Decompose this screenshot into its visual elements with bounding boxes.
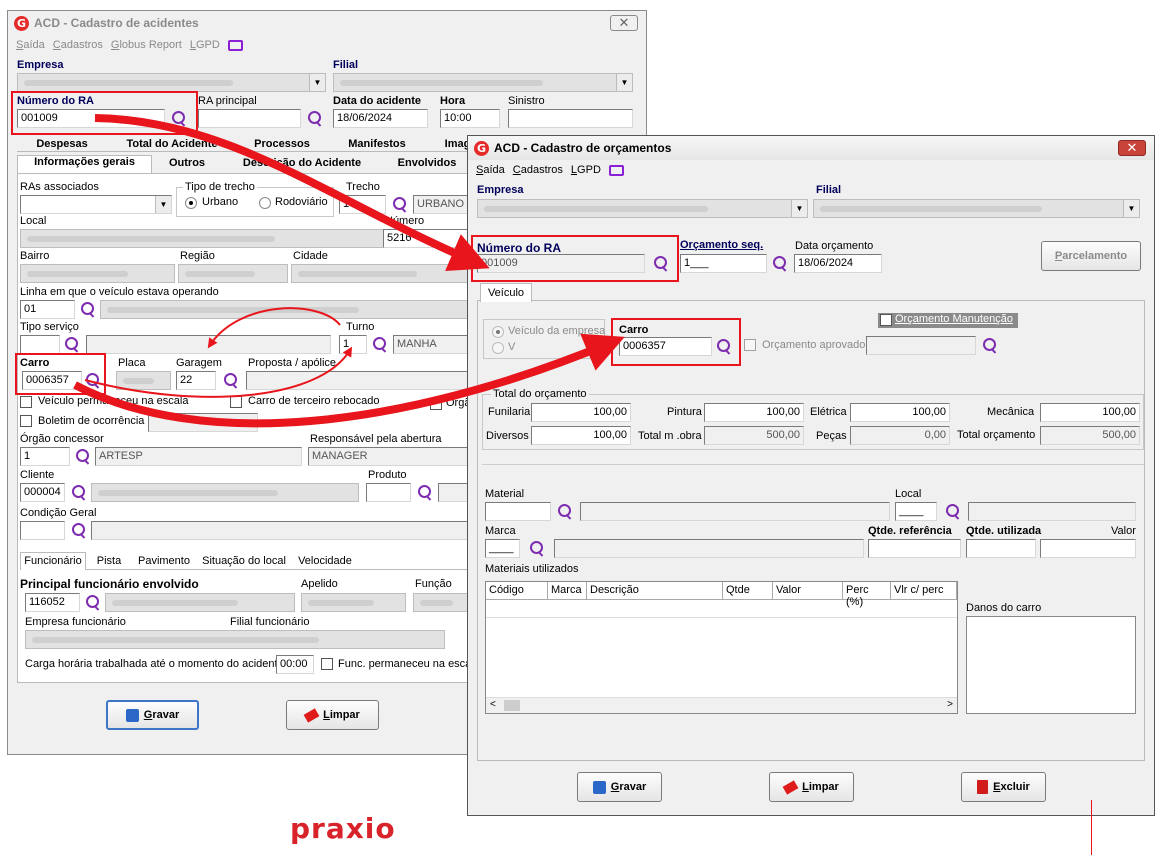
carro-arrow (73, 333, 625, 428)
ra-arrow (94, 114, 490, 271)
annotation-arrows (73, 114, 625, 428)
turno-arrow-1 (207, 307, 341, 349)
divider-line (1091, 800, 1092, 855)
praxio-logo: praxio (290, 812, 396, 845)
turno-arrow-2 (84, 346, 353, 398)
